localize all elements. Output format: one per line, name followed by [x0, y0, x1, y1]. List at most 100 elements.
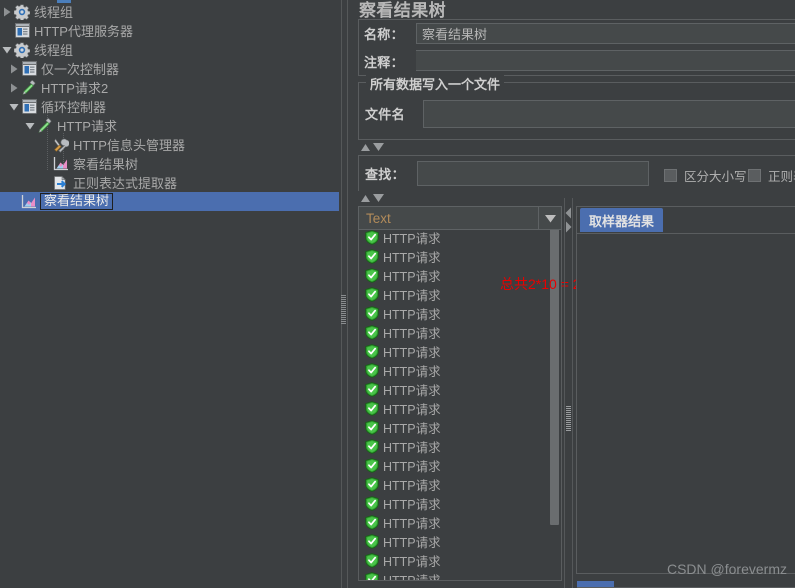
result-row[interactable]: HTTP请求 [359, 418, 544, 437]
chevron-right-icon[interactable] [7, 78, 20, 97]
result-row[interactable]: HTTP请求 [359, 323, 544, 342]
result-row[interactable]: HTTP请求 [359, 456, 544, 475]
regex-checkbox[interactable]: 正则表达 [748, 166, 795, 185]
result-row-label: HTTP请求 [383, 403, 441, 417]
filename-input[interactable] [423, 100, 795, 128]
splitter-line-b [347, 0, 348, 588]
page-title: 察看结果树 [359, 1, 446, 20]
result-row[interactable]: HTTP请求 [359, 228, 544, 247]
result-row[interactable]: HTTP请求 [359, 361, 544, 380]
tree-item-label: HTTP信息头管理器 [73, 138, 185, 153]
result-row[interactable]: HTTP请求 [359, 475, 544, 494]
checkbox-box[interactable] [748, 169, 761, 182]
result-row[interactable]: HTTP请求 [359, 304, 544, 323]
triangle-up-icon [361, 194, 370, 202]
tree-item-label: 察看结果树 [73, 157, 139, 172]
success-shield-icon [365, 420, 379, 435]
write-file-group: 所有数据写入一个文件 文件名 [358, 74, 795, 140]
success-shield-icon [365, 496, 379, 511]
tree-item-3[interactable]: 仅一次控制器 [0, 59, 339, 78]
results-scrollbar[interactable] [549, 208, 560, 580]
result-row-label: HTTP请求 [383, 441, 441, 455]
tree-item-9[interactable]: 正则表达式提取器 [0, 173, 339, 192]
tree-item-8[interactable]: 察看结果树 [0, 154, 339, 173]
tree-item-5[interactable]: 循环控制器 [0, 97, 339, 116]
chevron-right-icon[interactable] [0, 2, 13, 21]
result-row[interactable]: HTTP请求 [359, 494, 544, 513]
comment-input[interactable] [416, 50, 795, 71]
result-row[interactable]: HTTP请求 [359, 342, 544, 361]
result-row[interactable]: HTTP请求 [359, 380, 544, 399]
success-shield-icon [365, 306, 379, 321]
checkbox-box[interactable] [664, 169, 677, 182]
chevron-down-icon[interactable] [23, 116, 36, 135]
sampler-icon [20, 78, 38, 97]
success-shield-icon [365, 458, 379, 473]
tree-item-0[interactable]: 线程组 [0, 2, 339, 21]
result-row[interactable]: HTTP请求 [359, 247, 544, 266]
triangle-down-icon [373, 194, 384, 202]
tree-item-1[interactable]: HTTP代理服务器 [0, 21, 339, 40]
result-row[interactable]: HTTP请求 [359, 551, 544, 570]
tab-sampler-result[interactable]: 取样器结果 [580, 208, 664, 232]
search-panel: 查找： 区分大小写 正则表达 [358, 155, 795, 191]
collapse-toggle-bottom[interactable] [360, 193, 385, 203]
result-row[interactable]: HTTP请求 [359, 513, 544, 532]
success-shield-icon [365, 363, 379, 378]
name-input[interactable]: 察看结果树 [416, 23, 795, 44]
tree-item-10[interactable]: 察看结果树 [0, 192, 339, 211]
comment-row: 注释： [364, 52, 404, 71]
twisty-none [39, 154, 52, 173]
result-row[interactable]: HTTP请求 [359, 570, 544, 580]
chevron-down-icon[interactable] [0, 40, 13, 59]
splitter-grip[interactable] [341, 295, 346, 325]
twisty-none [7, 192, 20, 211]
success-shield-icon [365, 230, 379, 245]
tree-item-4[interactable]: HTTP请求2 [0, 78, 339, 97]
watermark: CSDN @forevermz [666, 561, 787, 577]
search-input[interactable] [417, 161, 649, 186]
test-plan-tree[interactable]: 线程组 HTTP代理服务器 线程组 仅一次控制器 HTTP请求2 循环控制器 H… [0, 0, 339, 588]
name-row: 名称： [364, 24, 404, 43]
chevron-down-icon[interactable] [538, 207, 561, 229]
success-shield-icon [365, 439, 379, 454]
twisty-none [0, 21, 13, 40]
results-list[interactable]: HTTP请求 HTTP请求 HTTP请求 HTTP请求 HTTP请求 HTTP请… [358, 206, 562, 581]
name-label: 名称： [364, 27, 404, 42]
filename-label: 文件名 [365, 107, 405, 122]
result-row-label: HTTP请求 [383, 308, 441, 322]
result-row[interactable]: HTTP请求 [359, 399, 544, 418]
results-splitter[interactable] [562, 198, 575, 588]
tree-item-2[interactable]: 线程组 [0, 40, 339, 59]
result-row-label: HTTP请求 [383, 327, 441, 341]
results-scrollbar-thumb[interactable] [550, 208, 559, 525]
tree-item-6[interactable]: HTTP请求 [0, 116, 339, 135]
success-shield-icon [365, 401, 379, 416]
splitter-line-a [341, 0, 342, 588]
left-splitter[interactable] [339, 0, 348, 588]
collapse-toggle-top[interactable] [360, 142, 385, 152]
tree-item-label: HTTP请求 [57, 119, 117, 134]
success-shield-icon [365, 249, 379, 264]
search-label: 查找： [365, 167, 405, 182]
splitter-right-arrow[interactable] [565, 220, 572, 238]
search-label-row: 查找： [365, 164, 405, 183]
chevron-right-icon[interactable] [7, 59, 20, 78]
chevron-down-icon[interactable] [7, 97, 20, 116]
result-row-label: HTTP请求 [383, 555, 441, 569]
result-row[interactable]: HTTP请求 [359, 532, 544, 551]
tree-item-label: 正则表达式提取器 [73, 176, 178, 191]
splitter-grip[interactable] [566, 406, 571, 432]
result-row-label: HTTP请求 [383, 365, 441, 379]
tree-item-7[interactable]: HTTP信息头管理器 [0, 135, 339, 154]
success-shield-icon [365, 572, 379, 580]
tree-item-label: 循环控制器 [41, 100, 107, 115]
result-row[interactable]: HTTP请求 [359, 437, 544, 456]
tree-item-label: 线程组 [34, 43, 74, 58]
result-row-label: HTTP请求 [383, 346, 441, 360]
success-shield-icon [365, 325, 379, 340]
success-shield-icon [365, 268, 379, 283]
name-comment-box: 名称： 察看结果树 注释： [358, 19, 795, 76]
renderer-select[interactable]: Text [358, 206, 562, 230]
case-sensitive-checkbox[interactable]: 区分大小写 [664, 166, 747, 185]
